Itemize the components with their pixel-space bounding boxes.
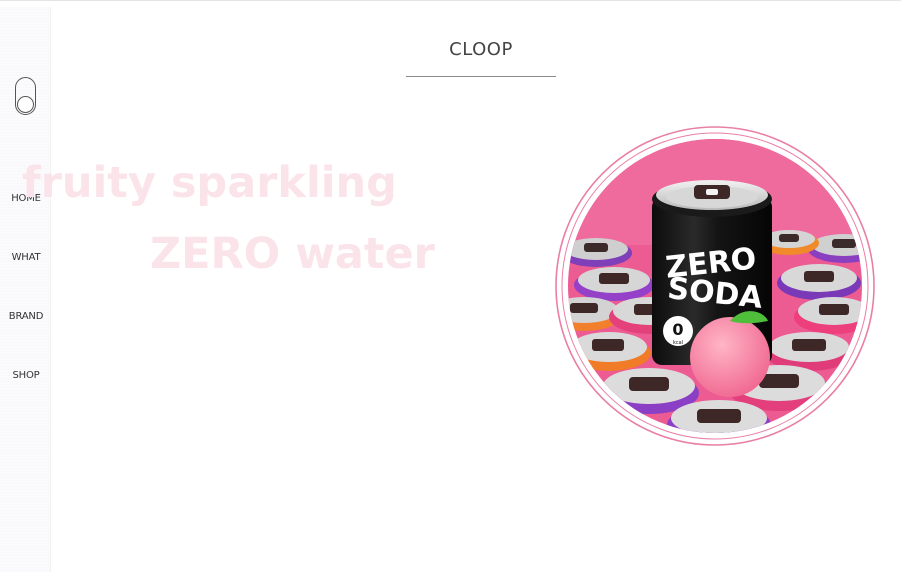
- zero-soda-can: ZERO SODA 0 kcal: [652, 180, 772, 397]
- hero-headline-line-2: ZERO water: [150, 229, 435, 279]
- product-image: ZERO SODA 0 kcal: [554, 125, 876, 451]
- nav-what[interactable]: WHAT: [0, 252, 52, 263]
- sidebar: HOME WHAT BRAND SHOP: [0, 7, 51, 572]
- nav-brand[interactable]: BRAND: [0, 311, 52, 322]
- nav-shop[interactable]: SHOP: [0, 370, 52, 381]
- page: HOME WHAT BRAND SHOP CLOOP fruity sparkl…: [0, 0, 901, 572]
- kcal-value: 0: [672, 320, 683, 339]
- kcal-unit: kcal: [673, 340, 683, 346]
- peach-icon: [690, 317, 770, 397]
- toggle-knob: [17, 96, 34, 113]
- product-photo-svg: ZERO SODA 0 kcal: [555, 126, 875, 446]
- logo-underline: [406, 76, 556, 77]
- toggle-switch-icon[interactable]: [15, 77, 36, 115]
- site-logo[interactable]: CLOOP: [406, 39, 556, 60]
- hero-headline-line-1: fruity sparkling: [22, 158, 397, 208]
